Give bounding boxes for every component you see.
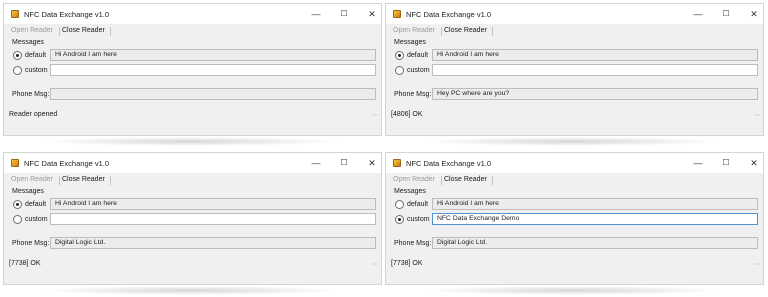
close-reader-button[interactable]: Close Reader <box>444 176 487 183</box>
custom-radio[interactable] <box>13 66 22 75</box>
default-radio-label[interactable]: default <box>407 52 428 59</box>
toolbar: Open Reader Close Reader <box>4 173 381 187</box>
custom-message-input[interactable]: NFC Data Exchange Demo <box>432 213 758 225</box>
window-shadow <box>422 137 722 146</box>
toolbar-separator <box>110 27 111 36</box>
custom-radio-label[interactable]: custom <box>407 216 430 223</box>
default-message-field[interactable]: Hi Android I am here <box>50 49 376 61</box>
resize-grip-icon[interactable]: ⋯ <box>372 261 378 268</box>
default-radio-label[interactable]: default <box>25 201 46 208</box>
custom-radio-label[interactable]: custom <box>407 67 430 74</box>
default-radio-label[interactable]: default <box>25 52 46 59</box>
toolbar: Open Reader Close Reader <box>4 24 381 38</box>
app-window-3: NFC Data Exchange v1.0 — ☐ ✕ Open Reader… <box>3 152 382 285</box>
open-reader-button[interactable]: Open Reader <box>393 27 435 34</box>
app-window-2: NFC Data Exchange v1.0 — ☐ ✕ Open Reader… <box>385 3 764 136</box>
minimize-icon[interactable]: — <box>306 7 326 21</box>
toolbar-separator <box>492 176 493 185</box>
nfc-app-icon <box>393 10 401 18</box>
title-bar[interactable]: NFC Data Exchange v1.0 — ☐ ✕ <box>4 153 381 173</box>
toolbar-separator <box>59 176 60 185</box>
close-icon[interactable]: ✕ <box>744 7 764 21</box>
custom-message-input[interactable] <box>432 64 758 76</box>
custom-message-input[interactable] <box>50 213 376 225</box>
maximize-icon[interactable]: ☐ <box>716 156 736 170</box>
custom-radio-label[interactable]: custom <box>25 67 48 74</box>
close-icon[interactable]: ✕ <box>362 7 382 21</box>
custom-radio-label[interactable]: custom <box>25 216 48 223</box>
window-shadow <box>40 286 340 295</box>
default-message-field[interactable]: Hi Android I am here <box>432 49 758 61</box>
toolbar-separator <box>59 27 60 36</box>
phone-msg-label: Phone Msg: <box>12 240 50 247</box>
nfc-app-icon <box>393 159 401 167</box>
resize-grip-icon[interactable]: ⋯ <box>754 112 760 119</box>
toolbar-separator <box>492 27 493 36</box>
minimize-icon[interactable]: — <box>688 156 708 170</box>
toolbar: Open Reader Close Reader <box>386 173 763 187</box>
custom-radio[interactable] <box>13 215 22 224</box>
minimize-icon[interactable]: — <box>688 7 708 21</box>
window-shadow <box>422 286 722 295</box>
resize-grip-icon[interactable]: ⋯ <box>754 261 760 268</box>
status-text: [7738] OK <box>391 260 423 267</box>
phone-msg-field[interactable] <box>50 88 376 100</box>
maximize-icon[interactable]: ☐ <box>334 7 354 21</box>
phone-msg-label: Phone Msg: <box>394 91 432 98</box>
nfc-app-icon <box>11 159 19 167</box>
default-radio[interactable] <box>395 51 404 60</box>
custom-message-input[interactable] <box>50 64 376 76</box>
title-bar[interactable]: NFC Data Exchange v1.0 — ☐ ✕ <box>386 153 763 173</box>
close-reader-button[interactable]: Close Reader <box>62 176 105 183</box>
maximize-icon[interactable]: ☐ <box>716 7 736 21</box>
toolbar: Open Reader Close Reader <box>386 24 763 38</box>
default-radio[interactable] <box>13 200 22 209</box>
app-window-1: NFC Data Exchange v1.0 — ☐ ✕ Open Reader… <box>3 3 382 136</box>
phone-msg-label: Phone Msg: <box>394 240 432 247</box>
phone-msg-label: Phone Msg: <box>12 91 50 98</box>
toolbar-separator <box>441 176 442 185</box>
status-text: [4806] OK <box>391 111 423 118</box>
window-title: NFC Data Exchange v1.0 <box>406 10 492 19</box>
resize-grip-icon[interactable]: ⋯ <box>372 112 378 119</box>
default-radio[interactable] <box>395 200 404 209</box>
custom-radio[interactable] <box>395 66 404 75</box>
window-title: NFC Data Exchange v1.0 <box>24 10 110 19</box>
phone-msg-field[interactable]: Digital Logic Ltd. <box>50 237 376 249</box>
close-icon[interactable]: ✕ <box>362 156 382 170</box>
messages-label: Messages <box>12 39 44 46</box>
phone-msg-field[interactable]: Hey PC where are you? <box>432 88 758 100</box>
messages-label: Messages <box>394 39 426 46</box>
title-bar[interactable]: NFC Data Exchange v1.0 — ☐ ✕ <box>386 4 763 24</box>
app-window-4: NFC Data Exchange v1.0 — ☐ ✕ Open Reader… <box>385 152 764 285</box>
window-title: NFC Data Exchange v1.0 <box>406 159 492 168</box>
minimize-icon[interactable]: — <box>306 156 326 170</box>
open-reader-button[interactable]: Open Reader <box>11 27 53 34</box>
window-shadow <box>40 137 340 146</box>
close-icon[interactable]: ✕ <box>744 156 764 170</box>
title-bar[interactable]: NFC Data Exchange v1.0 — ☐ ✕ <box>4 4 381 24</box>
close-reader-button[interactable]: Close Reader <box>62 27 105 34</box>
default-radio[interactable] <box>13 51 22 60</box>
toolbar-separator <box>441 27 442 36</box>
close-reader-button[interactable]: Close Reader <box>444 27 487 34</box>
status-text: Reader opened <box>9 111 58 118</box>
open-reader-button[interactable]: Open Reader <box>393 176 435 183</box>
default-radio-label[interactable]: default <box>407 201 428 208</box>
custom-radio[interactable] <box>395 215 404 224</box>
window-title: NFC Data Exchange v1.0 <box>24 159 110 168</box>
status-text: [7738] OK <box>9 260 41 267</box>
nfc-app-icon <box>11 10 19 18</box>
maximize-icon[interactable]: ☐ <box>334 156 354 170</box>
phone-msg-field[interactable]: Digital Logic Ltd. <box>432 237 758 249</box>
messages-label: Messages <box>12 188 44 195</box>
default-message-field[interactable]: Hi Android I am here <box>432 198 758 210</box>
default-message-field[interactable]: Hi Android I am here <box>50 198 376 210</box>
toolbar-separator <box>110 176 111 185</box>
messages-label: Messages <box>394 188 426 195</box>
open-reader-button[interactable]: Open Reader <box>11 176 53 183</box>
